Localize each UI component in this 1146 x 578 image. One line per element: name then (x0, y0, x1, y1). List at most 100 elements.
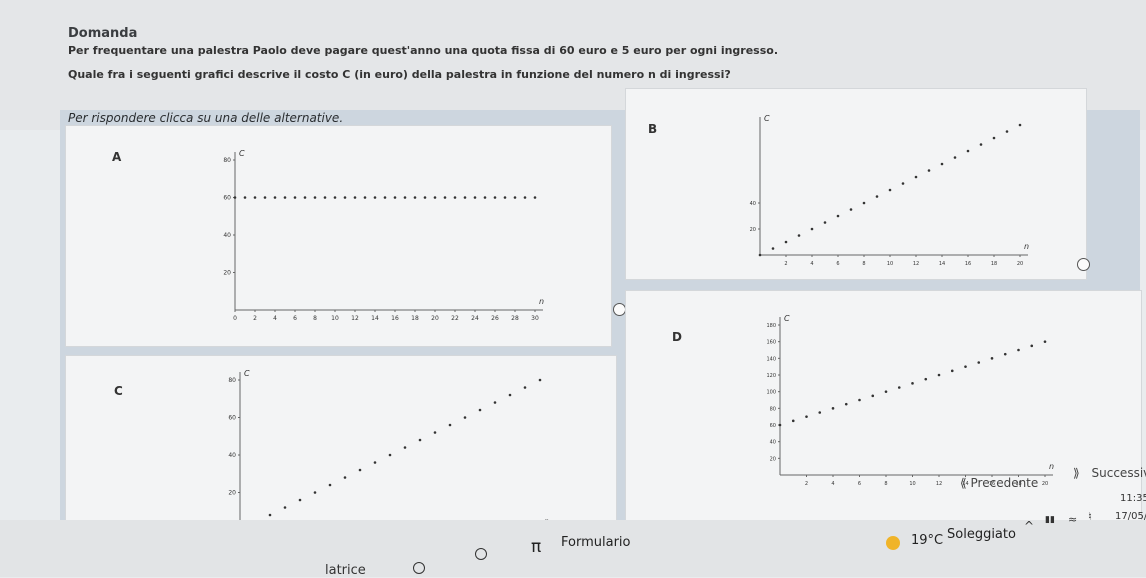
pi-icon: π (531, 537, 542, 557)
data-point (313, 196, 317, 199)
x-tick-label: 4 (810, 261, 813, 267)
y-tick-label: 40 (770, 440, 776, 446)
data-point (940, 162, 944, 166)
x-tick-label: 18 (411, 315, 419, 322)
x-tick-label: 20 (1042, 481, 1048, 487)
calculator-label[interactable]: latrice (325, 563, 366, 578)
option-b-radio[interactable] (1077, 258, 1090, 271)
battery-icon: ▮▮ (1045, 515, 1055, 525)
y-tick-label: 180 (766, 323, 776, 329)
data-point (343, 476, 347, 479)
data-point (1030, 344, 1034, 348)
question-title: Domanda (68, 26, 138, 41)
option-b-chart: n C 2 4 6 8 10 12 14 16 18 20 20 40 (750, 114, 1029, 267)
data-point (413, 196, 417, 199)
x-tick-label: 8 (313, 315, 317, 322)
y-tick-label: 60 (223, 195, 231, 202)
data-point (383, 196, 387, 199)
option-d-chart: nC2 4 6 8 10 12 14 16 18 202040608010012014016018… (766, 315, 1054, 487)
data-point (875, 195, 879, 198)
data-point (418, 438, 422, 442)
data-point (992, 136, 996, 140)
data-point (831, 407, 835, 410)
data-point (353, 196, 357, 199)
minus-circle-icon[interactable] (413, 562, 425, 574)
y-tick-label: 40 (228, 452, 236, 459)
y-tick-label: 20 (770, 456, 776, 462)
data-point (805, 415, 808, 418)
y-tick-label: 20 (223, 270, 231, 277)
double-chevron-right-icon: ⟫ (1073, 466, 1080, 480)
data-point (953, 156, 957, 159)
y-tick-label: 120 (766, 373, 776, 379)
data-point (858, 398, 861, 402)
x-tick-label: 0 (233, 315, 237, 322)
data-point (323, 196, 327, 199)
x-axis-label: n (1049, 462, 1054, 471)
data-point (977, 361, 981, 364)
y-tick-label: 100 (766, 390, 776, 396)
data-point (268, 513, 272, 517)
next-button[interactable]: ⟫ Successiv (1073, 466, 1146, 480)
clock-date: 17/05/2 (1115, 511, 1146, 522)
data-point (263, 196, 267, 199)
data-point (243, 196, 247, 199)
data-point (990, 357, 994, 360)
x-tick-label: 10 (331, 315, 339, 322)
data-point (884, 390, 888, 393)
data-point (423, 196, 427, 199)
y-tick-label: 80 (223, 157, 231, 164)
x-tick-label: 8 (884, 481, 887, 487)
question-text-line1: Per frequentare una palestra Paolo deve … (68, 44, 779, 57)
data-point (403, 446, 407, 449)
option-b-letter: B (648, 122, 658, 136)
data-point (1018, 123, 1022, 127)
x-tick-label: 2 (253, 315, 257, 322)
temperature: 19°C (911, 533, 944, 548)
clock-time: 11:35 (1120, 493, 1146, 504)
data-point (937, 373, 941, 377)
data-point (483, 196, 487, 199)
next-label: Successiv (1091, 466, 1146, 480)
data-point (871, 394, 875, 398)
data-point (513, 196, 517, 199)
data-point (313, 491, 317, 494)
wifi-icon: ≈ (1068, 513, 1078, 526)
x-tick-label: 6 (293, 315, 297, 322)
plus-circle-icon[interactable] (475, 548, 487, 560)
data-point (493, 196, 497, 199)
option-d-letter: D (672, 330, 682, 344)
chevron-up-icon[interactable]: ^ (1024, 519, 1034, 533)
data-point (818, 411, 822, 414)
x-tick-label: 6 (858, 481, 861, 487)
x-tick-label: 10 (909, 481, 915, 487)
x-tick-label: 16 (391, 315, 399, 322)
x-tick-label: 30 (531, 315, 539, 322)
x-tick-label: 12 (936, 481, 942, 487)
data-point (901, 182, 905, 185)
x-tick-label: 6 (836, 261, 839, 267)
data-point (503, 196, 507, 199)
data-point (443, 196, 447, 199)
y-tick-label: 60 (228, 415, 236, 422)
data-point (463, 196, 467, 199)
y-tick-label: 80 (770, 406, 776, 412)
previous-button[interactable]: ⟪ Precedente (960, 476, 1038, 490)
data-point (797, 234, 801, 237)
x-axis-label: n (539, 297, 544, 306)
x-tick-label: 20 (1017, 261, 1023, 267)
volume-icon: ♮ (1088, 510, 1092, 523)
y-tick-label: 140 (766, 356, 776, 362)
data-point (836, 214, 840, 218)
data-point (914, 175, 918, 179)
data-point (523, 386, 527, 389)
y-axis-label: C (764, 114, 770, 123)
formulario-button[interactable]: Formulario (561, 535, 630, 550)
x-tick-label: 20 (431, 315, 439, 322)
x-tick-label: 4 (831, 481, 834, 487)
y-axis-label: C (239, 149, 245, 158)
data-point (373, 461, 377, 464)
data-point (453, 196, 457, 199)
data-point (358, 468, 362, 472)
data-point (363, 196, 367, 199)
